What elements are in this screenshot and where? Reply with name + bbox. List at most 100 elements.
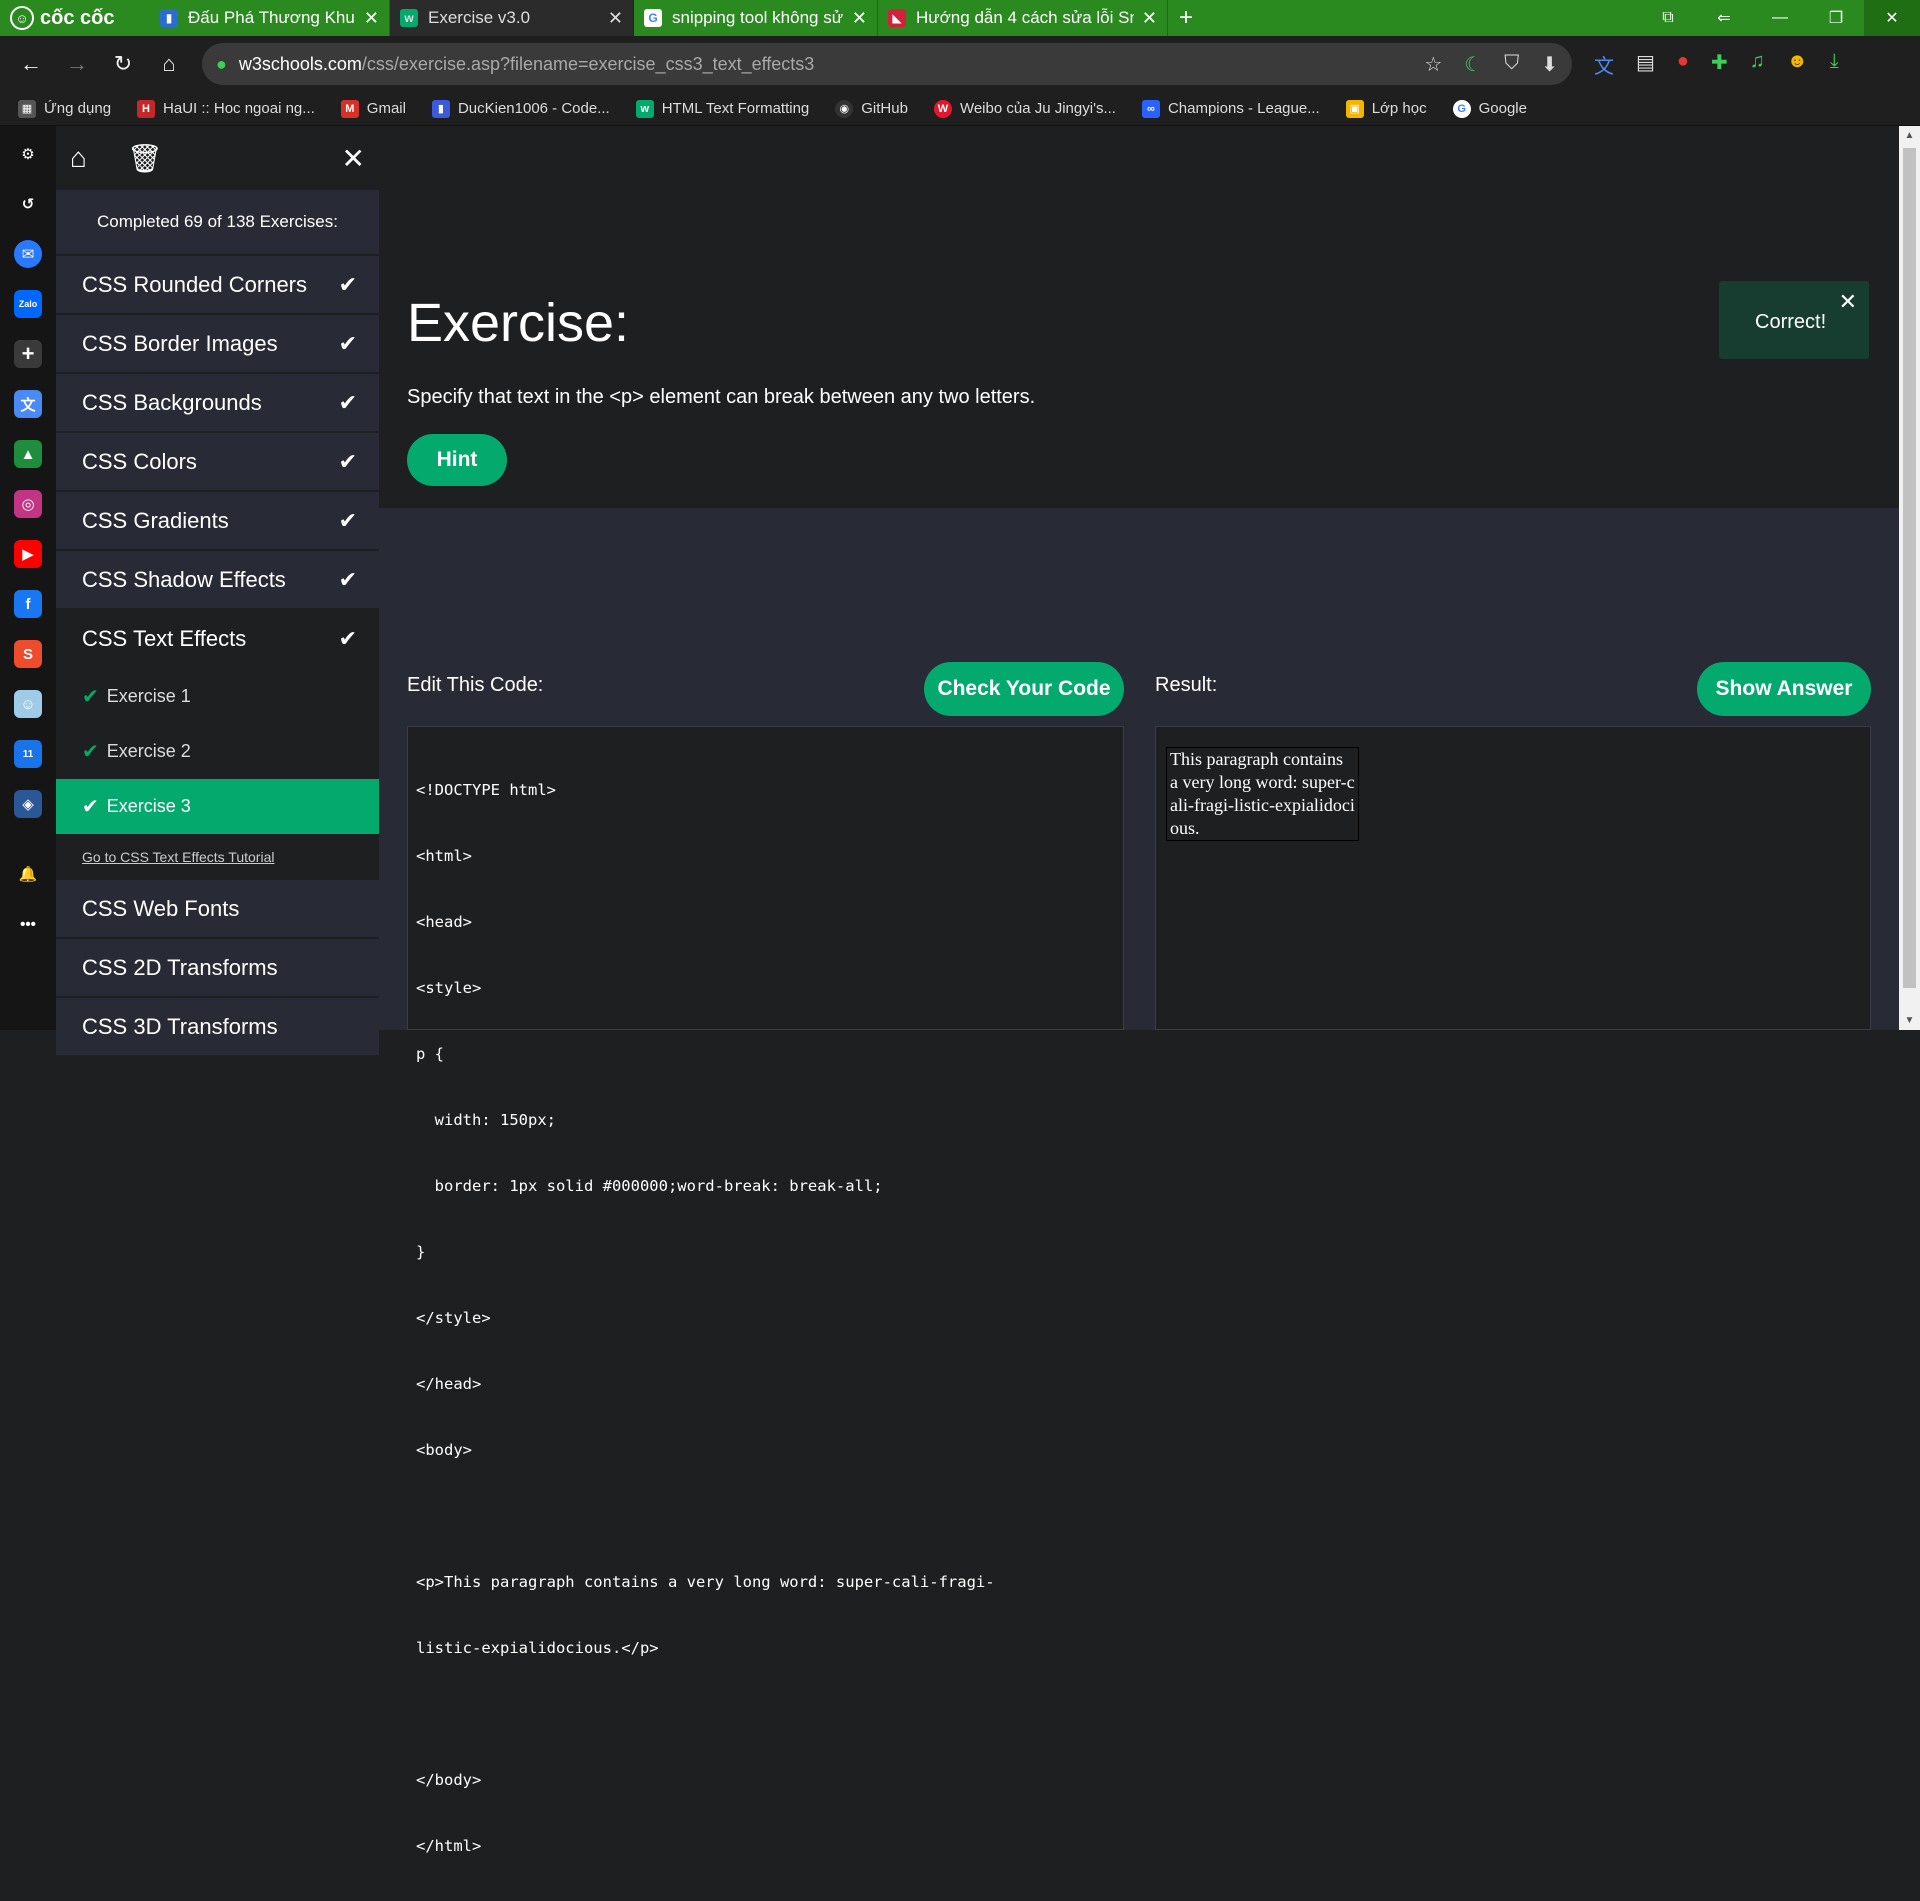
sidebar-subitem-exercise-2[interactable]: ✔ Exercise 2	[56, 724, 379, 779]
bookmark-icon: ▮	[160, 9, 178, 27]
close-tab-icon[interactable]: ✕	[852, 8, 867, 29]
sale-1111-icon[interactable]: 11	[14, 740, 42, 768]
forward-button[interactable]: →	[54, 51, 100, 77]
reload-button[interactable]: ↻	[100, 51, 146, 77]
bookmark-html-formatting[interactable]: w HTML Text Formatting	[635, 99, 809, 118]
close-icon[interactable]: ✕	[342, 142, 365, 175]
code-line: <head>	[416, 913, 472, 931]
home-icon[interactable]: ⌂	[70, 142, 87, 174]
tutorial-link[interactable]: Go to CSS Text Effects Tutorial	[56, 834, 379, 880]
bookmark-github[interactable]: ◉ GitHub	[835, 99, 908, 118]
scroll-down-icon[interactable]: ▼	[1899, 1015, 1920, 1026]
sidebar-item-text-effects[interactable]: CSS Text Effects ✔	[56, 610, 379, 669]
bookmark-weibo[interactable]: W Weibo của Ju Jingyi's...	[933, 99, 1116, 118]
notification-bell-icon[interactable]: 🔔	[14, 860, 42, 888]
avatar-icon[interactable]: ☻	[1787, 50, 1808, 79]
hint-button[interactable]: Hint	[407, 434, 507, 486]
facebook-icon[interactable]: f	[14, 590, 42, 618]
address-bar[interactable]: ● w3schools.com/css/exercise.asp?filenam…	[202, 43, 1572, 85]
code-line: </html>	[416, 1837, 482, 1855]
sidebar-subitem-exercise-1[interactable]: ✔ Exercise 1	[56, 669, 379, 724]
new-tab-button[interactable]: +	[1168, 0, 1204, 36]
sidebar-item-rounded-corners[interactable]: CSS Rounded Corners ✔	[56, 256, 379, 315]
bookmark-duckien[interactable]: ▮ DucKien1006 - Code...	[431, 99, 610, 118]
gear-icon[interactable]: ⚙	[14, 140, 42, 168]
tab-huong-dan[interactable]: ◣ Hướng dẫn 4 cách sửa lỗi Sn ✕	[878, 0, 1168, 36]
minimize-button[interactable]: —	[1752, 0, 1808, 36]
page-scrollbar[interactable]: ▲ ▼	[1899, 126, 1920, 1030]
back-button[interactable]: ←	[8, 51, 54, 77]
bookmark-champions[interactable]: ∞ Champions - League...	[1141, 99, 1320, 118]
scrollbar-thumb[interactable]	[1903, 148, 1916, 988]
sidebar-item-shadow-effects[interactable]: CSS Shadow Effects ✔	[56, 551, 379, 610]
code-editor[interactable]: <!DOCTYPE html> <html> <head> <style> p …	[407, 726, 1124, 1855]
anime-avatar-icon[interactable]: ☺	[14, 690, 42, 718]
sidebar-item-backgrounds[interactable]: CSS Backgrounds ✔	[56, 374, 379, 433]
maximize-button[interactable]: ❐	[1808, 0, 1864, 36]
zalo-icon[interactable]: Zalo	[14, 290, 42, 318]
tab-snipping[interactable]: G snipping tool không sử dụng ✕	[634, 0, 878, 36]
close-window-button[interactable]: ✕	[1864, 0, 1920, 36]
more-dots-icon[interactable]: •••	[14, 910, 42, 938]
scroll-up-icon[interactable]: ▲	[1899, 130, 1920, 141]
site-icon: ◣	[888, 9, 906, 27]
sidebar-item-border-images[interactable]: CSS Border Images ✔	[56, 315, 379, 374]
result-label: Result:	[1155, 674, 1218, 696]
tab-exercise[interactable]: w Exercise v3.0 ✕	[390, 0, 634, 36]
instagram-icon[interactable]: ◎	[14, 490, 42, 518]
notes-icon[interactable]: ▤	[1636, 50, 1655, 79]
check-code-button[interactable]: Check Your Code	[924, 662, 1124, 716]
app-icon[interactable]: ◈	[14, 790, 42, 818]
show-answer-button[interactable]: Show Answer	[1697, 662, 1871, 716]
apps-grid-icon: ▦	[18, 99, 36, 118]
close-tab-icon[interactable]: ✕	[364, 8, 379, 29]
checkmark-icon: ✔	[338, 330, 357, 356]
sidebar-subitem-exercise-3[interactable]: ✔ Exercise 3	[56, 779, 379, 834]
back-sync-icon[interactable]: ⇐	[1696, 0, 1752, 36]
sidebar-item-colors[interactable]: CSS Colors ✔	[56, 433, 379, 492]
music-icon[interactable]: ♫	[1750, 50, 1765, 79]
browser-brand[interactable]: ☺ cốc cốc	[0, 0, 150, 36]
bookmarks-bar: ▦ Ứng dụng H HaUI :: Hoc ngoai ng... M Gmai…	[0, 92, 1920, 126]
bookmark-apps[interactable]: ▦ Ứng dụng	[18, 99, 111, 118]
download-icon[interactable]: ⬇	[1541, 52, 1558, 77]
star-icon[interactable]: ☆	[1424, 52, 1442, 77]
translate-icon[interactable]: 文	[1594, 50, 1614, 79]
bookmark-gmail[interactable]: M Gmail	[340, 99, 406, 118]
exercise-instructions: Specify that text in the <p> element can…	[407, 386, 1036, 408]
code-line: </body>	[416, 1771, 482, 1789]
page-title: Exercise:	[407, 293, 630, 353]
shield-icon[interactable]: ⛉	[1504, 52, 1519, 77]
exercise-main: Exercise: Specify that text in the <p> e…	[379, 126, 1899, 1855]
bookmark-haui[interactable]: H HaUI :: Hoc ngoai ng...	[137, 99, 315, 118]
screenshot-icon[interactable]: ⧉	[1640, 0, 1696, 36]
history-icon[interactable]: ↺	[14, 190, 42, 218]
sidebar-item-2d-transforms[interactable]: CSS 2D Transforms	[56, 939, 379, 998]
close-icon[interactable]: ✕	[1839, 289, 1857, 315]
puzzle-extensions-icon[interactable]: ✚	[1711, 50, 1728, 79]
trash-icon[interactable]: 🗑	[127, 142, 163, 175]
league-icon: ∞	[1141, 99, 1160, 118]
sidebar-item-3d-transforms[interactable]: CSS 3D Transforms	[56, 998, 379, 1057]
close-tab-icon[interactable]: ✕	[608, 8, 623, 29]
secure-lock-icon: ●	[216, 53, 227, 74]
checkmark-icon: ✔	[82, 796, 99, 818]
close-tab-icon[interactable]: ✕	[1142, 8, 1157, 29]
messenger-icon[interactable]: ✉	[14, 240, 42, 268]
downloads-icon[interactable]: ⤓	[1830, 50, 1839, 79]
shopee-icon[interactable]: S	[14, 640, 42, 668]
code-line: <style>	[416, 979, 482, 997]
sidebar-item-web-fonts[interactable]: CSS Web Fonts	[56, 880, 379, 939]
tab-dau-pha[interactable]: ▮ Đấu Phá Thương Khung - Ch ✕	[150, 0, 390, 36]
dark-mode-moon-icon[interactable]: ☾	[1464, 52, 1482, 77]
url-path: /css/exercise.asp?filename=exercise_css3…	[361, 53, 815, 74]
bookmark-classroom[interactable]: ▣ Lớp học	[1345, 99, 1427, 118]
bookmark-google[interactable]: G Google	[1452, 99, 1527, 118]
drive-icon[interactable]: ▲	[14, 440, 42, 468]
home-button[interactable]: ⌂	[146, 51, 192, 77]
youtube-icon[interactable]: ▶	[14, 540, 42, 568]
sidebar-item-gradients[interactable]: CSS Gradients ✔	[56, 492, 379, 551]
add-icon[interactable]: +	[14, 340, 42, 368]
translate-icon[interactable]: 文	[14, 390, 42, 418]
adblock-icon[interactable]: ●	[1677, 50, 1689, 79]
